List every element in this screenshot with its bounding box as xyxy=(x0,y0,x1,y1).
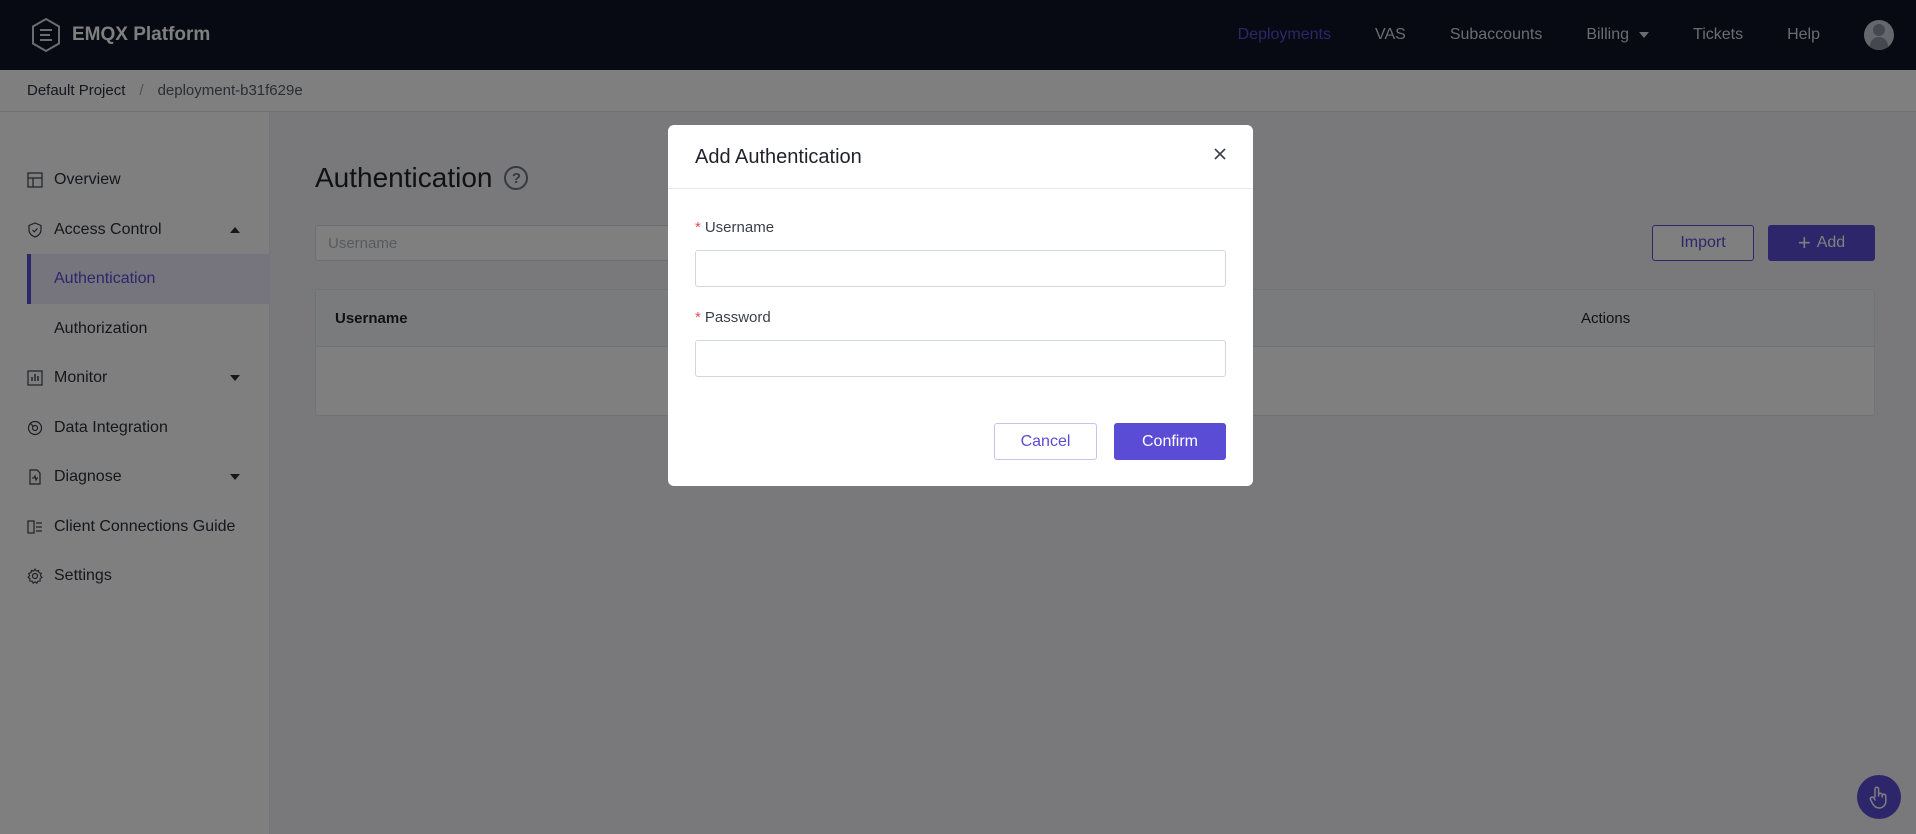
close-icon[interactable] xyxy=(1211,145,1229,163)
username-label: * Username xyxy=(695,219,774,236)
cancel-button-label: Cancel xyxy=(1020,432,1071,450)
username-label-text: Username xyxy=(704,219,775,236)
password-label: * Password xyxy=(695,309,771,326)
required-mark: * xyxy=(695,309,701,326)
password-field[interactable] xyxy=(695,340,1226,377)
required-mark: * xyxy=(695,219,701,236)
confirm-button-label: Confirm xyxy=(1141,432,1198,450)
add-authentication-dialog: Add Authentication * Username * Password C… xyxy=(668,125,1253,486)
dialog-header: Add Authentication xyxy=(668,125,1253,189)
password-label-text: Password xyxy=(704,309,771,326)
dialog-title: Add Authentication xyxy=(695,146,862,168)
cancel-button[interactable]: Cancel xyxy=(994,423,1097,460)
confirm-button[interactable]: Confirm xyxy=(1114,423,1226,460)
username-field[interactable] xyxy=(695,250,1226,287)
